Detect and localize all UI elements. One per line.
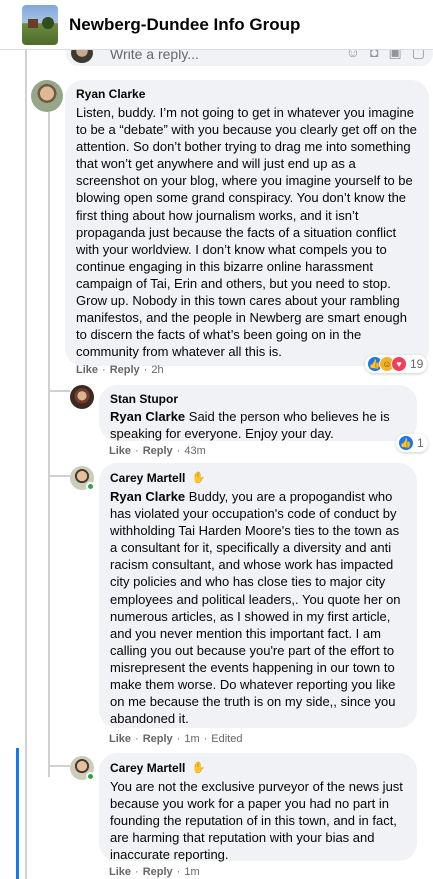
reply-connector [48,765,70,767]
comment-actions: Like · Reply · 2h [76,364,164,376]
reply-link[interactable]: Reply [110,364,140,376]
mention-link[interactable]: Ryan Clarke [110,489,185,504]
comment-body: Buddy, you are a propogandist who has vi… [110,489,401,727]
comment-bubble: Carey Martell ✋ You are not the exclusiv… [99,753,417,863]
separator: · [176,445,181,457]
online-status-indicator [86,482,95,491]
comment-actions: Like · Reply · 1m [109,866,200,878]
comment-actions: Like · Reply · 1m · Edited [109,733,242,745]
reaction-summary[interactable]: 👍 1 [396,434,428,452]
like-link[interactable]: Like [109,733,131,745]
comment-time[interactable]: 2h [151,364,163,376]
reaction-count: 19 [410,357,424,371]
top-fan-badge-icon[interactable]: ✋ [190,760,207,776]
comment-actions: Like · Reply · 43m [109,445,206,457]
reply-connector [48,390,70,392]
reply-link[interactable]: Reply [143,733,173,745]
thread-line [25,0,27,879]
separator: · [143,364,148,376]
comment-text: Listen, buddy. I’m not going to get in w… [76,105,417,360]
separator: · [176,866,181,878]
comment-author[interactable]: Stan Stupor [110,392,406,407]
reply-thread-line [48,112,50,777]
comment-author[interactable]: Carey Martell ✋ [110,760,406,776]
comment-bubble: Stan Stupor Ryan Clarke Said the person … [99,385,417,441]
comment-author[interactable]: Carey Martell ✋ [110,470,406,486]
separator: · [203,733,208,745]
top-fan-badge-icon[interactable]: ✋ [190,470,207,486]
separator: · [176,733,181,745]
comment-author[interactable]: Ryan Clarke [76,87,418,102]
avatar[interactable] [31,80,63,112]
comment-bubble: Ryan Clarke Listen, buddy. I’m not going… [65,80,429,366]
comment-time[interactable]: 43m [184,445,205,457]
comment-text: Ryan Clarke Buddy, you are a propogandis… [110,488,406,727]
like-reaction-icon: 👍 [398,435,414,451]
comment-time[interactable]: 1m [184,733,199,745]
online-status-indicator [86,772,95,781]
reply-link[interactable]: Reply [143,445,173,457]
edited-label[interactable]: Edited [211,733,242,745]
group-cover-thumbnail[interactable] [22,5,58,45]
like-link[interactable]: Like [76,364,98,376]
reply-link[interactable]: Reply [143,866,173,878]
comment-text: Ryan Clarke Said the person who believes… [110,408,406,442]
group-header: Newberg-Dundee Info Group [0,0,433,50]
comment-text: You are not the exclusive purveyor of th… [110,779,403,863]
active-thread-indicator [16,748,19,879]
reaction-summary[interactable]: 👍 ☺ ♥ 19 [365,355,428,373]
like-link[interactable]: Like [109,445,131,457]
comment-time[interactable]: 1m [184,866,199,878]
comment-bubble: Carey Martell ✋ Ryan Clarke Buddy, you a… [99,463,417,728]
separator: · [102,364,106,376]
reply-connector [48,475,70,477]
love-reaction-icon: ♥ [391,356,407,372]
group-title[interactable]: Newberg-Dundee Info Group [69,15,300,35]
separator: · [135,733,139,745]
like-link[interactable]: Like [109,866,131,878]
reaction-count: 1 [417,436,424,450]
mention-link[interactable]: Ryan Clarke [110,409,185,424]
avatar[interactable] [70,385,94,409]
separator: · [135,445,139,457]
separator: · [135,866,139,878]
